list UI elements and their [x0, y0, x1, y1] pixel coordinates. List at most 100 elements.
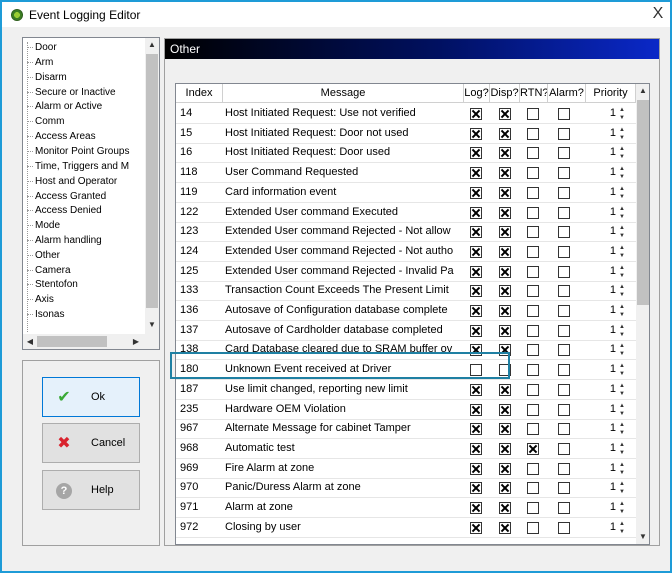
disp-checkbox[interactable] — [499, 442, 511, 455]
rtn-checkbox[interactable] — [527, 186, 539, 199]
help-button[interactable]: ? Help — [42, 470, 140, 510]
disp-checkbox[interactable] — [499, 324, 511, 337]
category-tree[interactable]: ▲ ▼ ◀ ▶ Door Arm Disarm Secure or Inactive A… — [22, 37, 160, 350]
rtn-checkbox[interactable] — [527, 403, 539, 416]
priority-spinner-icon[interactable]: ▲ ▼ — [618, 500, 626, 516]
alarm-checkbox[interactable] — [558, 167, 570, 180]
rtn-checkbox[interactable] — [527, 344, 539, 357]
priority-value[interactable]: 1 — [588, 340, 618, 359]
tree-item[interactable]: Secure or Inactive — [27, 87, 147, 99]
log-checkbox[interactable] — [470, 502, 482, 514]
log-checkbox[interactable] — [470, 324, 482, 337]
rtn-checkbox[interactable] — [527, 502, 539, 514]
priority-spinner-icon[interactable]: ▲ ▼ — [618, 244, 626, 260]
table-row[interactable]: 137 Autosave of Cardholder database compl… — [176, 321, 636, 341]
alarm-checkbox[interactable] — [558, 226, 570, 239]
rtn-checkbox[interactable] — [527, 364, 539, 377]
log-checkbox[interactable] — [470, 127, 482, 140]
priority-value[interactable]: 1 — [588, 222, 618, 241]
priority-spinner-icon[interactable]: ▲ ▼ — [618, 165, 626, 181]
alarm-checkbox[interactable] — [558, 502, 570, 514]
log-checkbox[interactable] — [470, 206, 482, 219]
priority-value[interactable]: 1 — [588, 124, 618, 143]
table-row[interactable]: 967 Alternate Message for cabinet Tamper 1… — [176, 419, 636, 440]
alarm-checkbox[interactable] — [558, 206, 570, 219]
table-row[interactable]: 124 Extended User command Rejected - Not … — [176, 242, 636, 262]
priority-spinner-icon[interactable]: ▲ ▼ — [618, 362, 626, 378]
priority-value[interactable]: 1 — [588, 242, 618, 261]
table-row[interactable]: 118 User Command Requested 1 ▲ ▼ — [176, 163, 636, 184]
rtn-checkbox[interactable] — [527, 147, 539, 160]
priority-spinner-icon[interactable]: ▲ ▼ — [618, 185, 626, 201]
priority-spinner-icon[interactable]: ▲ ▼ — [618, 126, 626, 142]
disp-checkbox[interactable] — [499, 108, 511, 120]
disp-checkbox[interactable] — [499, 285, 511, 298]
disp-checkbox[interactable] — [499, 147, 511, 160]
rtn-checkbox[interactable] — [527, 127, 539, 140]
priority-spinner-icon[interactable]: ▲ ▼ — [618, 342, 626, 358]
table-row[interactable]: 969 Fire Alarm at zone 1 ▲ ▼ — [176, 459, 636, 479]
disp-checkbox[interactable] — [499, 206, 511, 219]
log-checkbox[interactable] — [470, 245, 482, 258]
disp-checkbox[interactable] — [499, 502, 511, 514]
table-row[interactable]: 14 Host Initiated Request: Use not verifi… — [176, 104, 636, 124]
rtn-checkbox[interactable] — [527, 383, 539, 396]
rtn-checkbox[interactable] — [527, 206, 539, 219]
tree-horizontal-scrollbar[interactable]: ◀ ▶ — [23, 334, 145, 349]
rtn-checkbox[interactable] — [527, 305, 539, 317]
priority-spinner-icon[interactable]: ▲ ▼ — [618, 303, 626, 319]
table-row[interactable]: 972 Closing by user 1 ▲ ▼ — [176, 518, 636, 538]
alarm-checkbox[interactable] — [558, 245, 570, 258]
disp-checkbox[interactable] — [499, 482, 511, 495]
priority-value[interactable]: 1 — [588, 262, 618, 281]
disp-checkbox[interactable] — [499, 127, 511, 140]
priority-spinner-icon[interactable]: ▲ ▼ — [618, 520, 626, 536]
rtn-checkbox[interactable] — [527, 324, 539, 337]
alarm-checkbox[interactable] — [558, 462, 570, 475]
priority-spinner-icon[interactable]: ▲ ▼ — [618, 382, 626, 398]
log-checkbox[interactable] — [470, 442, 482, 455]
table-row[interactable]: 968 Automatic test 1 ▲ ▼ — [176, 439, 636, 459]
log-checkbox[interactable] — [470, 108, 482, 120]
priority-spinner-icon[interactable]: ▲ ▼ — [618, 264, 626, 280]
tree-scroll-thumb[interactable] — [146, 54, 158, 308]
table-row[interactable]: 123 Extended User command Rejected - Not … — [176, 222, 636, 243]
log-checkbox[interactable] — [470, 186, 482, 199]
tree-item[interactable]: Arm — [27, 57, 147, 69]
rtn-checkbox[interactable] — [527, 167, 539, 180]
event-grid[interactable]: Index Message Log? Disp? RTN? Alarm? Priority … — [175, 83, 650, 545]
log-checkbox[interactable] — [470, 383, 482, 396]
ok-button[interactable]: ✔ Ok — [42, 377, 140, 417]
alarm-checkbox[interactable] — [558, 324, 570, 337]
tree-item[interactable]: Alarm or Active — [27, 101, 147, 113]
tree-item[interactable]: Stentofon — [27, 279, 147, 291]
tree-item[interactable]: Time, Triggers and M — [27, 161, 147, 173]
tree-item[interactable]: Monitor Point Groups — [27, 146, 147, 158]
disp-checkbox[interactable] — [499, 423, 511, 436]
alarm-checkbox[interactable] — [558, 186, 570, 199]
table-row[interactable]: 970 Panic/Duress Alarm at zone 1 ▲ ▼ — [176, 478, 636, 499]
rtn-checkbox[interactable] — [527, 245, 539, 258]
rtn-checkbox[interactable] — [527, 265, 539, 278]
disp-checkbox[interactable] — [499, 245, 511, 258]
grid-scroll-down-icon[interactable]: ▼ — [636, 530, 649, 544]
rtn-checkbox[interactable] — [527, 442, 539, 455]
priority-value[interactable]: 1 — [588, 203, 618, 222]
disp-checkbox[interactable] — [499, 403, 511, 416]
tree-vertical-scrollbar[interactable]: ▲ ▼ — [145, 38, 159, 334]
alarm-checkbox[interactable] — [558, 482, 570, 495]
priority-spinner-icon[interactable]: ▲ ▼ — [618, 480, 626, 496]
priority-value[interactable]: 1 — [588, 183, 618, 202]
table-row[interactable]: 133 Transaction Count Exceeds The Present… — [176, 281, 636, 302]
tree-item[interactable]: Disarm — [27, 72, 147, 84]
log-checkbox[interactable] — [470, 403, 482, 416]
alarm-checkbox[interactable] — [558, 403, 570, 416]
tree-item[interactable]: Isonas — [27, 309, 147, 321]
tree-hscroll-thumb[interactable] — [37, 336, 107, 347]
rtn-checkbox[interactable] — [527, 423, 539, 436]
close-button[interactable]: X — [648, 4, 668, 24]
alarm-checkbox[interactable] — [558, 285, 570, 298]
priority-value[interactable]: 1 — [588, 360, 618, 379]
alarm-checkbox[interactable] — [558, 344, 570, 357]
priority-spinner-icon[interactable]: ▲ ▼ — [618, 441, 626, 457]
